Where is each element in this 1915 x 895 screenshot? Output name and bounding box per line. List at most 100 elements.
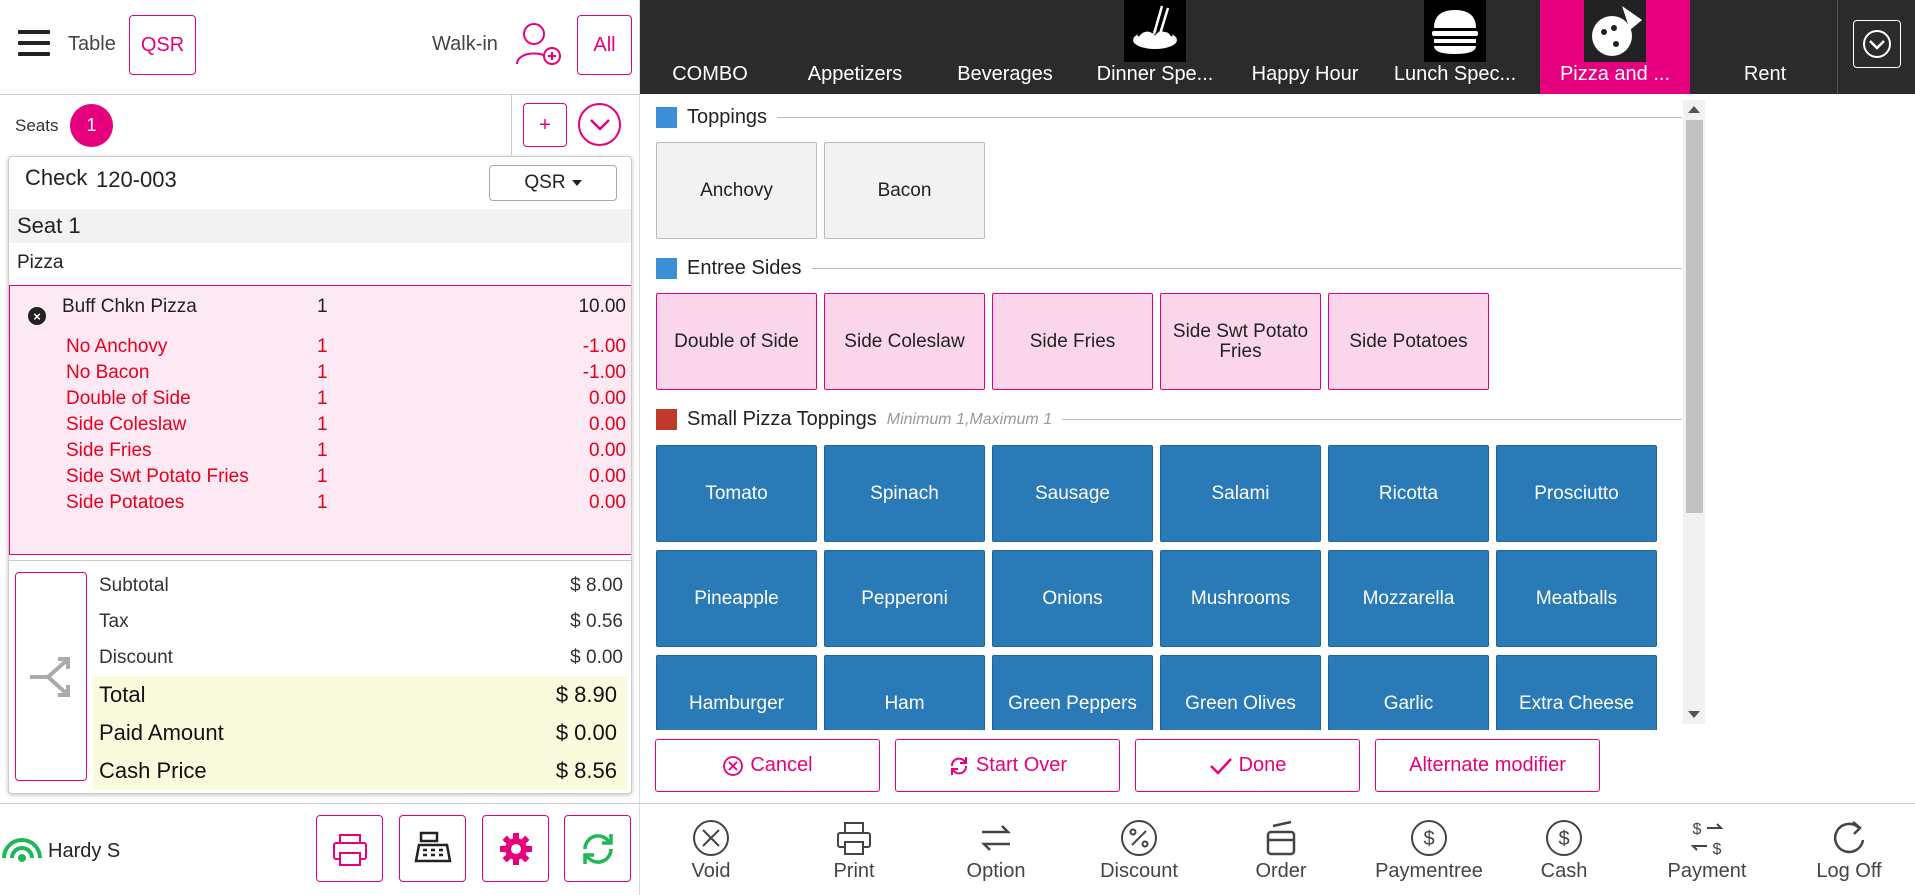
modifier-button[interactable]: Onions [992, 550, 1153, 647]
split-check-button[interactable] [15, 572, 87, 781]
add-customer-icon[interactable] [514, 20, 564, 70]
modifier-price: 0.00 [589, 492, 626, 513]
payment-button[interactable]: $ $ Payment [1647, 818, 1767, 890]
modifier-qty: 1 [317, 440, 328, 461]
modifier-qty: 1 [317, 362, 328, 383]
discount-button[interactable]: Discount [1079, 818, 1199, 890]
modifier-button[interactable]: Green Olives [1160, 655, 1321, 730]
order-type-button[interactable]: QSR [129, 15, 196, 75]
category-tab-rent[interactable]: Rent [1690, 0, 1840, 94]
category-tab-combo[interactable]: COMBO [640, 0, 780, 94]
section-toppings: Toppings [656, 106, 1682, 129]
category-tab-label: Dinner Spe... [1096, 63, 1214, 85]
tax-value: $ 0.56 [570, 611, 623, 632]
order-items[interactable]: × Buff Chkn Pizza 1 10.00 No Anchovy 1 -… [9, 285, 631, 555]
category-tab-lunch-specials[interactable]: Lunch Spec... [1380, 0, 1530, 94]
section-hint: Minimum 1,Maximum 1 [886, 410, 1053, 428]
settings-button[interactable] [482, 815, 549, 882]
section-rule [1062, 419, 1682, 420]
modifier-price: 0.00 [589, 388, 626, 409]
modifier-button[interactable]: Ricotta [1328, 445, 1489, 542]
category-tab-dinner-specials[interactable]: Dinner Spe... [1080, 0, 1230, 94]
modifier-button[interactable]: Mozzarella [1328, 550, 1489, 647]
modifier-button[interactable]: Anchovy [656, 142, 817, 239]
modifier-button[interactable]: Sausage [992, 445, 1153, 542]
remove-item-icon[interactable]: × [28, 307, 46, 325]
category-tab-happy-hour[interactable]: Happy Hour [1230, 0, 1380, 94]
modifier-scrollbar[interactable] [1683, 100, 1705, 724]
modifier-row[interactable]: Side Potatoes 1 0.00 [10, 492, 631, 522]
total-label: Total [99, 682, 146, 707]
option-label: Option [966, 860, 1026, 882]
alternate-modifier-button[interactable]: Alternate modifier [1375, 739, 1600, 792]
printer-wifi-icon [332, 833, 367, 866]
modifier-button[interactable]: Salami [1160, 445, 1321, 542]
print-button[interactable]: Print [794, 818, 914, 890]
category-tab-appetizers[interactable]: Appetizers [780, 0, 930, 94]
modifier-button[interactable]: Hamburger [656, 655, 817, 730]
modifier-button[interactable]: Side Fries [992, 293, 1153, 390]
option-button[interactable]: Option [936, 818, 1056, 890]
order-button[interactable]: Order [1221, 818, 1341, 890]
category-label: Pizza [17, 252, 64, 273]
modifier-button[interactable]: Side Coleslaw [824, 293, 985, 390]
paymentree-button[interactable]: $ Paymentree [1364, 818, 1494, 890]
chevron-circle-down-icon [1863, 30, 1891, 58]
cash-button[interactable]: $ Cash [1504, 818, 1624, 890]
done-button[interactable]: Done [1135, 739, 1360, 792]
modifier-button[interactable]: Extra Cheese [1496, 655, 1657, 730]
cash-drawer-button[interactable] [399, 815, 466, 882]
paid-label: Paid Amount [99, 720, 224, 745]
modifier-button[interactable]: Ham [824, 655, 985, 730]
order-icon [1266, 820, 1296, 856]
all-button[interactable]: All [577, 15, 632, 75]
section-title: Entree Sides [687, 257, 802, 279]
scroll-up-icon[interactable] [1688, 106, 1700, 113]
user-name: Hardy S [48, 840, 121, 862]
menu-panel: COMBO Appetizers Beverages Dinner Spe...… [640, 0, 1915, 895]
modifier-button[interactable]: Spinach [824, 445, 985, 542]
printer-button[interactable] [316, 815, 383, 882]
order-item-row[interactable]: × Buff Chkn Pizza 1 10.00 [10, 296, 631, 326]
paid-value: $ 0.00 [555, 720, 617, 745]
modifier-button[interactable]: Side Swt Potato Fries [1160, 293, 1321, 390]
check-order-type-select[interactable]: QSR [489, 165, 617, 201]
seat-badge[interactable]: 1 [70, 104, 113, 147]
category-tab-label: Lunch Spec... [1393, 63, 1517, 85]
log-off-button[interactable]: Log Off [1789, 818, 1909, 890]
modifier-button[interactable]: Green Peppers [992, 655, 1153, 730]
start-over-button[interactable]: Start Over [895, 739, 1120, 792]
category-tab-beverages[interactable]: Beverages [930, 0, 1080, 94]
category-tab-label: Pizza and ... [1559, 63, 1671, 85]
modifier-button[interactable]: Pepperoni [824, 550, 985, 647]
add-seat-button[interactable]: + [523, 103, 567, 147]
seat-header[interactable]: Seat 1 [9, 209, 631, 243]
modifier-button[interactable]: Double of Side [656, 293, 817, 390]
burger-icon [1424, 0, 1486, 62]
modifier-button[interactable]: Garlic [1328, 655, 1489, 730]
sync-button[interactable] [564, 815, 631, 882]
modifier-button[interactable]: Bacon [824, 142, 985, 239]
log-off-label: Log Off [1816, 860, 1882, 882]
modifier-button[interactable]: Pineapple [656, 550, 817, 647]
scroll-thumb[interactable] [1686, 120, 1703, 513]
category-tab-pizza[interactable]: Pizza and ... [1540, 0, 1690, 94]
collapse-button[interactable] [578, 103, 621, 146]
modifier-qty: 1 [317, 414, 328, 435]
modifier-button[interactable]: Prosciutto [1496, 445, 1657, 542]
cancel-button[interactable]: Cancel [655, 739, 880, 792]
modifier-button[interactable]: Meatballs [1496, 550, 1657, 647]
section-small-pizza-toppings: Small Pizza Toppings Minimum 1,Maximum 1 [656, 408, 1682, 431]
modifier-qty: 1 [317, 466, 328, 487]
more-categories-button[interactable] [1853, 20, 1901, 68]
modifier-button[interactable]: Tomato [656, 445, 817, 542]
walkin-label: Walk-in [432, 33, 498, 55]
menu-icon[interactable] [18, 30, 50, 62]
cash-price-value: $ 8.56 [555, 758, 617, 783]
void-button[interactable]: Void [651, 818, 771, 890]
scroll-down-icon[interactable] [1688, 711, 1700, 718]
modifier-button[interactable]: Mushrooms [1160, 550, 1321, 647]
modifier-button[interactable]: Side Potatoes [1328, 293, 1489, 390]
check-icon [1209, 757, 1232, 775]
modifier-name: Side Fries [66, 440, 152, 461]
